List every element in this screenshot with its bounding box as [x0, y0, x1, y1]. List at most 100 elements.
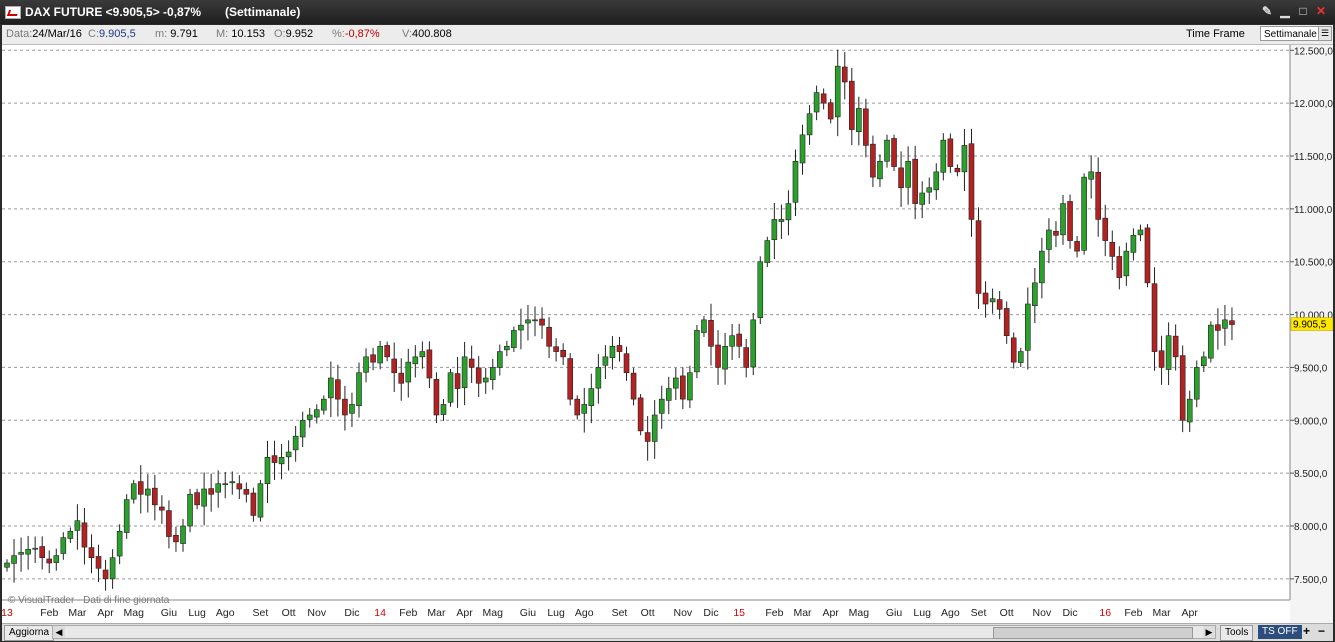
- candle-body: [447, 372, 454, 403]
- candle-body: [1137, 229, 1144, 236]
- timeframe-select[interactable]: Settimanale ☰: [1260, 26, 1332, 41]
- candle-body: [363, 356, 369, 373]
- candle-body: [391, 358, 398, 374]
- close-button[interactable]: ✕: [1313, 3, 1329, 19]
- x-tick-label: Dic: [1062, 607, 1077, 619]
- candle-body: [891, 138, 897, 167]
- candle-body: [137, 481, 144, 495]
- candle-body: [525, 319, 531, 324]
- candlestick-chart[interactable]: 7.500,08.000,08.500,09.000,09.500,010.00…: [2, 45, 1333, 623]
- candle-body: [1046, 229, 1052, 250]
- candle-body: [1067, 201, 1073, 241]
- candle-body: [370, 354, 376, 363]
- candle-body: [1060, 203, 1066, 236]
- zoom-in-button[interactable]: +: [1303, 624, 1310, 638]
- candle-body: [292, 435, 299, 451]
- candle-body: [468, 358, 475, 368]
- pin-icon[interactable]: ✎: [1259, 3, 1275, 19]
- candle-body: [1186, 398, 1193, 423]
- scroll-right-icon[interactable]: ▶: [1203, 626, 1215, 638]
- zoom-out-button[interactable]: −: [1318, 624, 1325, 638]
- candle-body: [102, 569, 109, 580]
- candle-body: [278, 456, 285, 465]
- candle-body: [342, 398, 348, 416]
- candle-body: [130, 483, 137, 500]
- candle-body: [67, 530, 74, 539]
- candle-body: [912, 158, 918, 204]
- chart-area[interactable]: 7.500,0 8.000,0 8.500,0 9.000,0 9.500,0 10.00…: [2, 45, 1333, 623]
- candle-body: [1039, 250, 1045, 284]
- horizontal-scrollbar[interactable]: ◀ ▶: [52, 625, 1216, 639]
- x-tick-label: Ago: [216, 607, 235, 619]
- candle-body: [658, 398, 665, 414]
- dropdown-arrow-icon[interactable]: ☰: [1318, 27, 1331, 40]
- refresh-button[interactable]: Aggiorna: [4, 625, 55, 641]
- candle-body: [1032, 282, 1038, 306]
- low-readout: m: 9.791: [155, 28, 198, 40]
- bottom-toolbar: Aggiorna ◀ ▶ Tools TS OFF + −: [2, 623, 1333, 641]
- candle-body: [1158, 350, 1165, 368]
- chart-app-icon: [5, 6, 21, 19]
- candle-body: [511, 330, 517, 348]
- candle-body: [1053, 230, 1059, 236]
- candle-body: [271, 455, 278, 463]
- candle-body: [1222, 319, 1228, 329]
- candle-body: [665, 388, 672, 401]
- x-tick-label: Dic: [344, 607, 359, 619]
- candle-body: [335, 379, 341, 400]
- candle-body: [4, 562, 10, 568]
- x-tick-label: Nov: [673, 607, 692, 619]
- candle-body: [74, 520, 81, 531]
- candle-body: [201, 488, 207, 507]
- x-tick-label: Mar: [427, 607, 446, 619]
- candle-body: [145, 488, 151, 496]
- open-readout: O:9.952: [274, 28, 314, 40]
- y-tick-label: 12.000,0: [1294, 99, 1333, 110]
- candle-body: [996, 299, 1003, 310]
- candle-body: [806, 113, 813, 136]
- candle-body: [1151, 283, 1158, 352]
- candle-body: [989, 298, 996, 303]
- scroll-thumb[interactable]: [993, 627, 1193, 639]
- x-tick-label: Lug: [913, 607, 931, 619]
- candle-body: [81, 522, 88, 548]
- candle-body: [518, 324, 524, 331]
- candle-body: [173, 535, 179, 543]
- x-tick-label: 14: [374, 607, 386, 619]
- candle-body: [264, 456, 271, 485]
- candle-body: [764, 240, 771, 263]
- y-tick-label: 8.500,0: [1294, 469, 1328, 480]
- candle-body: [581, 404, 588, 414]
- x-tick-label: Mar: [68, 607, 87, 619]
- y-tick-label: 9.000,0: [1294, 416, 1328, 427]
- candle-body: [644, 432, 651, 442]
- x-tick-label: Mar: [793, 607, 812, 619]
- candle-body: [180, 525, 186, 544]
- candle-body: [250, 492, 257, 516]
- x-tick-label: Mag: [849, 607, 870, 619]
- candle-body: [982, 292, 989, 305]
- x-tick-label: Mar: [1153, 607, 1172, 619]
- candle-body: [602, 356, 609, 366]
- x-tick-label: Mag: [124, 607, 145, 619]
- candle-body: [616, 345, 623, 352]
- candle-body: [159, 506, 165, 511]
- ts-off-button[interactable]: TS OFF: [1258, 625, 1302, 639]
- candle-body: [1229, 320, 1235, 325]
- tools-button[interactable]: Tools: [1220, 625, 1254, 641]
- candle-body: [595, 367, 602, 389]
- candle-body: [1095, 171, 1101, 220]
- candle-body: [813, 92, 820, 113]
- candle-body: [701, 319, 707, 333]
- maximize-button[interactable]: □: [1295, 3, 1311, 19]
- candle-body: [954, 167, 961, 173]
- minimize-button[interactable]: ▁: [1277, 3, 1293, 19]
- candle-body: [461, 356, 468, 389]
- candle-body: [687, 372, 693, 401]
- candle-body: [398, 372, 405, 384]
- scroll-left-icon[interactable]: ◀: [53, 626, 65, 638]
- candle-body: [1193, 367, 1200, 400]
- candle-body: [1074, 241, 1080, 252]
- candle-body: [1102, 217, 1109, 241]
- candle-body: [257, 483, 264, 518]
